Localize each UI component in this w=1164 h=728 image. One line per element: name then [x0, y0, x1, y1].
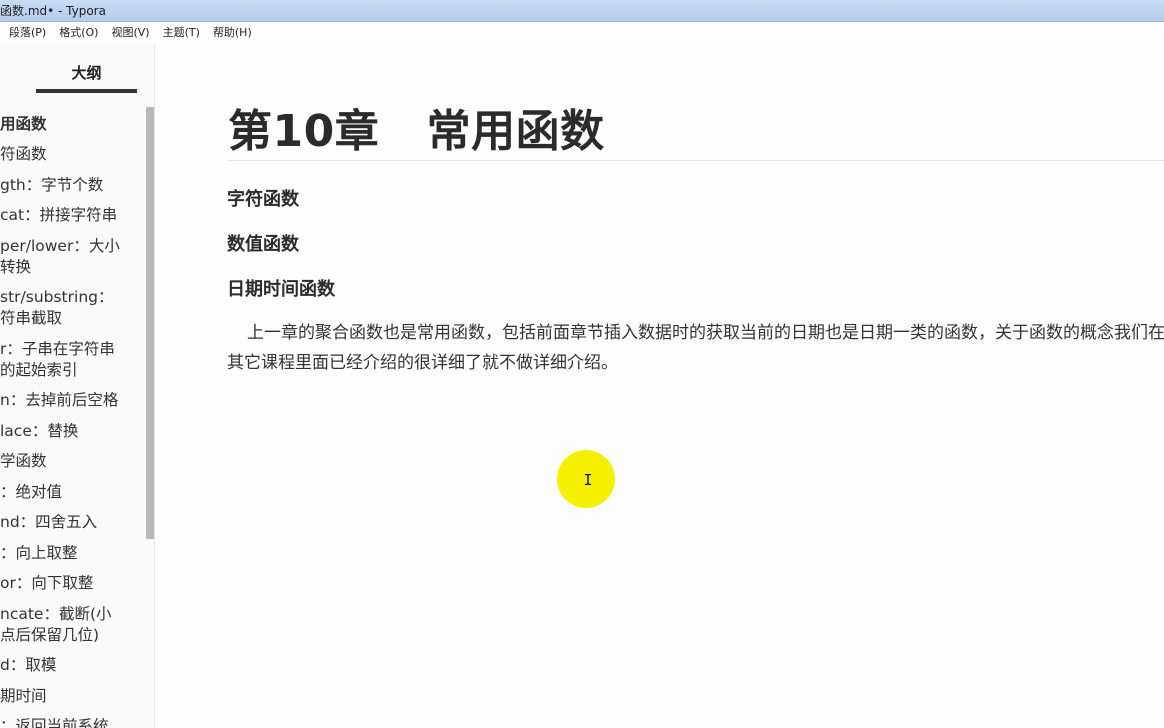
outline-item[interactable]: 用函数 — [0, 114, 146, 135]
sidebar-scrollbar[interactable] — [146, 107, 154, 539]
outline-item[interactable]: ：返回当前系统 — [0, 716, 146, 728]
outline-tab[interactable]: 大纲 — [36, 62, 137, 93]
heading-string-functions: 字符函数 — [227, 189, 299, 210]
heading-numeric-functions: 数值函数 — [227, 234, 299, 255]
outline-item[interactable]: nd：四舍五入 — [0, 512, 146, 533]
text-cursor-icon: I — [583, 471, 593, 489]
outline-list: 用函数 符函数 gth：字节个数 cat：拼接字符串 per/lower：大小 … — [0, 114, 146, 728]
menu-bar: 段落(P) 格式(O) 视图(V) 主题(T) 帮助(H) — [0, 22, 1164, 44]
window-title: 函数.md• - Typora — [0, 4, 106, 18]
editor-area[interactable]: 第10章 常用函数 字符函数 数值函数 日期时间函数 上一章的聚合函数也是常用函… — [156, 44, 1164, 728]
outline-item[interactable]: lace：替换 — [0, 421, 146, 442]
document-title: 第10章 常用函数 — [228, 106, 605, 157]
menu-format[interactable]: 格式(O) — [59, 22, 98, 44]
body-paragraph: 上一章的聚合函数也是常用函数，包括前面章节插入数据时的获取当前的日期也是日期一类… — [227, 323, 1164, 373]
menu-paragraph[interactable]: 段落(P) — [9, 22, 46, 44]
heading-datetime-functions: 日期时间函数 — [227, 279, 335, 300]
outline-item[interactable]: 期时间 — [0, 686, 146, 707]
outline-item[interactable]: r：子串在字符串 的起始索引 — [0, 339, 146, 381]
outline-item[interactable]: n：去掉前后空格 — [0, 390, 146, 411]
outline-item[interactable]: 学函数 — [0, 451, 146, 472]
outline-sidebar: 大纲 用函数 符函数 gth：字节个数 cat：拼接字符串 per/lower：… — [0, 44, 155, 728]
outline-item[interactable]: cat：拼接字符串 — [0, 205, 146, 226]
menu-help[interactable]: 帮助(H) — [213, 22, 252, 44]
outline-item[interactable]: str/substring： 符串截取 — [0, 287, 146, 329]
outline-item[interactable]: gth：字节个数 — [0, 175, 146, 196]
outline-item[interactable]: or：向下取整 — [0, 573, 146, 594]
outline-item[interactable]: d：取模 — [0, 655, 146, 676]
outline-item[interactable]: ncate：截断(小 点后保留几位) — [0, 604, 146, 646]
outline-item[interactable]: ：向上取整 — [0, 543, 146, 564]
title-divider — [228, 160, 1164, 161]
window-titlebar: 函数.md• - Typora — [0, 0, 1164, 22]
outline-item[interactable]: ：绝对值 — [0, 482, 146, 503]
menu-view[interactable]: 视图(V) — [111, 22, 149, 44]
menu-theme[interactable]: 主题(T) — [163, 22, 200, 44]
outline-item[interactable]: per/lower：大小 转换 — [0, 236, 146, 278]
outline-item[interactable]: 符函数 — [0, 144, 146, 165]
